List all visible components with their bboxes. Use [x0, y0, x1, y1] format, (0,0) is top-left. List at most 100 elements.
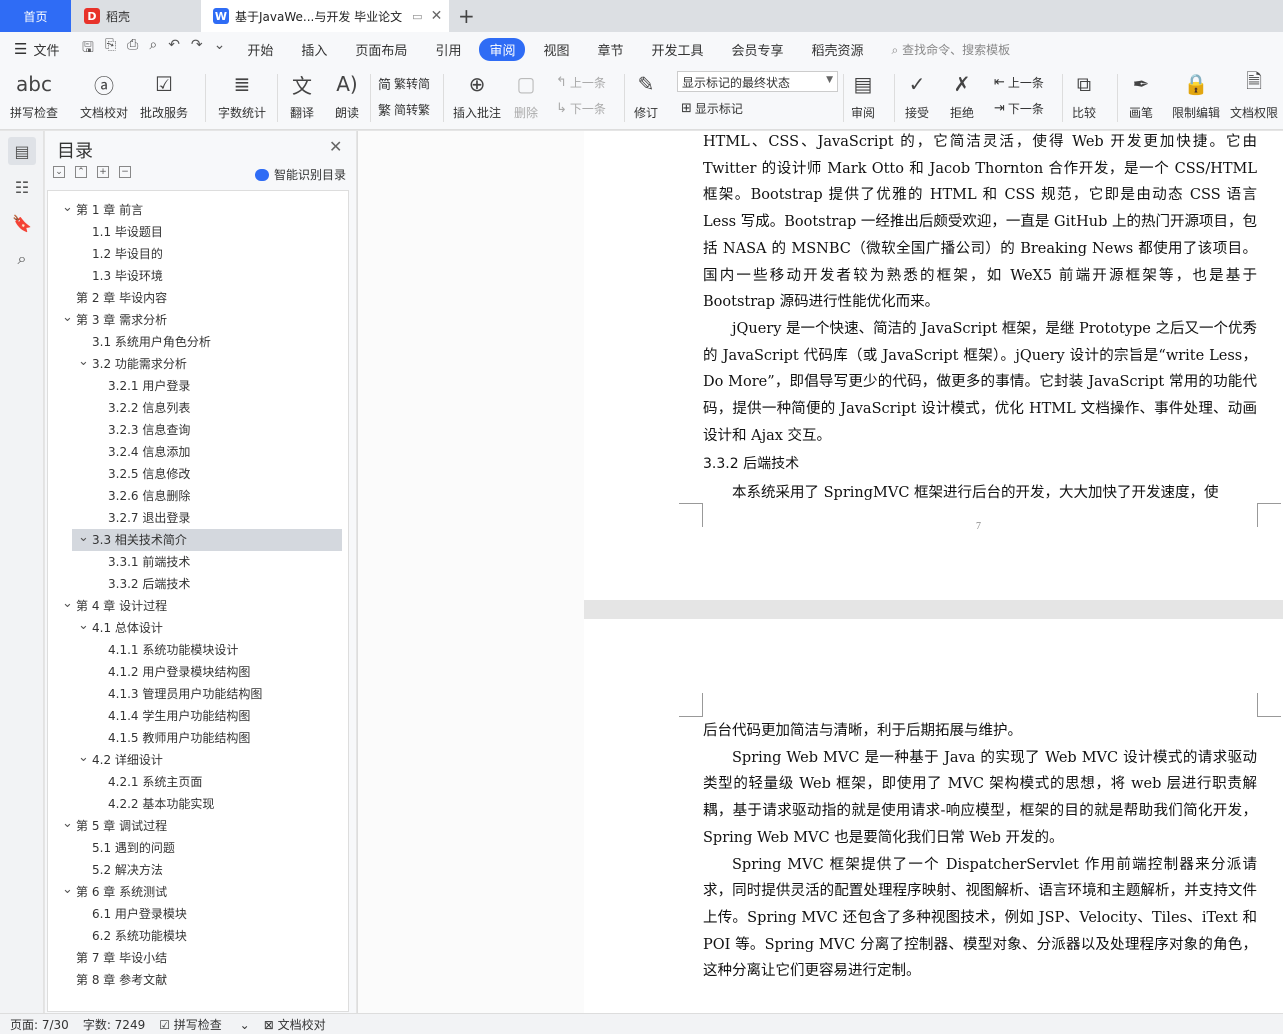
doc-permission-button[interactable]: 🗎 文档权限 — [1230, 69, 1278, 121]
toc-item[interactable]: 6.1 用户登录模块 — [48, 903, 348, 925]
search-icon[interactable]: ⌕ — [8, 245, 36, 273]
toc-view-icon[interactable]: ▤ — [8, 137, 36, 165]
toc-item[interactable]: 4.1.5 教师用户功能结构图 — [48, 727, 348, 749]
compare-button[interactable]: ⧉ 比较 — [1070, 70, 1098, 121]
menu-tab[interactable]: 章节 — [597, 40, 623, 59]
toc-item[interactable]: 3.2.6 信息删除 — [48, 485, 348, 507]
print-icon[interactable]: ⎙ — [127, 37, 138, 61]
toc-item[interactable]: 第 8 章 参考文献 — [48, 969, 348, 991]
toc-item[interactable]: ⌄ 3.2 功能需求分析 — [48, 353, 348, 375]
toc-item[interactable]: ⌄ 第 1 章 前言 — [48, 199, 348, 221]
chevron-down-icon[interactable]: ⌄ — [78, 615, 89, 637]
revise-button[interactable]: ✎ 修订 — [632, 70, 660, 121]
chevron-down-icon[interactable]: ⌄ — [62, 307, 73, 329]
trad-to-simp-button[interactable]: 简繁转简 — [378, 74, 430, 93]
word-count-button[interactable]: ≣ 字数统计 — [218, 70, 266, 121]
toc-item[interactable]: 3.1 系统用户角色分析 — [48, 331, 348, 353]
toc-item[interactable]: 第 7 章 毕设小结 — [48, 947, 348, 969]
toc-item[interactable]: 3.3.1 前端技术 — [48, 551, 348, 573]
toc-item[interactable]: 4.1.4 学生用户功能结构图 — [48, 705, 348, 727]
export-pdf-icon[interactable]: ⎘ — [105, 37, 116, 61]
toc-item[interactable]: 3.3.2 后端技术 — [48, 573, 348, 595]
save-icon[interactable]: 🖫 — [82, 37, 94, 61]
new-tab-icon[interactable]: + — [458, 4, 475, 28]
menu-tab[interactable]: 稻壳资源 — [812, 40, 864, 59]
chapter-nav-icon[interactable]: ☷ — [8, 173, 36, 201]
chevron-down-icon[interactable]: ⌄ — [62, 197, 73, 219]
menu-tab[interactable]: 会员专享 — [732, 40, 784, 59]
tab-close-icon[interactable]: ✕ — [431, 8, 443, 24]
simp-to-trad-button[interactable]: 繁简转繁 — [378, 100, 430, 119]
annotate-service-button[interactable]: ☑ 批改服务 — [140, 70, 188, 121]
toc-item[interactable]: 1.3 毕设环境 — [48, 265, 348, 287]
toc-item[interactable]: 5.2 解决方法 — [48, 859, 348, 881]
translate-button[interactable]: 文翻译 — [288, 70, 316, 121]
chevron-down-icon[interactable]: ⌄ — [62, 593, 73, 615]
toc-item[interactable]: 3.2.1 用户登录 — [48, 375, 348, 397]
undo-icon[interactable]: ↶ — [168, 37, 180, 61]
redo-icon[interactable]: ↷ — [191, 37, 203, 61]
toc-item[interactable]: 3.2.3 信息查询 — [48, 419, 348, 441]
prev-change-button[interactable]: ⇤ 上一条 — [994, 74, 1044, 91]
print-preview-icon[interactable]: ⌕ — [149, 37, 157, 61]
toc-item[interactable]: 4.1.3 管理员用户功能结构图 — [48, 683, 348, 705]
tab-document[interactable]: W 基于JavaWe...与开发 毕业论文 ▭ ✕ — [201, 0, 449, 32]
toc-item[interactable]: 1.2 毕设目的 — [48, 243, 348, 265]
status-doc-proof[interactable]: ⊠ 文档校对 — [264, 1016, 340, 1033]
menu-tab[interactable]: 引用 — [435, 40, 461, 59]
toc-item[interactable]: ⌄ 第 5 章 调试过程 — [48, 815, 348, 837]
word-count-indicator[interactable]: 字数: 7249 — [83, 1016, 145, 1033]
command-search[interactable]: ⌕ 查找命令、搜索模板 — [892, 41, 1011, 58]
toc-item[interactable]: 3.2.2 信息列表 — [48, 397, 348, 419]
menu-tab[interactable]: 审阅 — [479, 37, 526, 61]
file-menu[interactable]: ☰ 文件 — [0, 40, 74, 59]
customize-dropdown-icon[interactable]: ⌄ — [214, 37, 226, 61]
reject-button[interactable]: ✗ 拒绝 — [948, 70, 976, 121]
doc-proof-button[interactable]: ⓐ 文档校对 — [80, 70, 128, 121]
toc-item[interactable]: ⌄ 4.1 总体设计 — [48, 617, 348, 639]
toc-item[interactable]: 4.2.2 基本功能实现 — [48, 793, 348, 815]
toc-item[interactable]: 4.1.1 系统功能模块设计 — [48, 639, 348, 661]
expand-all-icon[interactable]: ⌃ — [75, 166, 87, 178]
menu-tab[interactable]: 插入 — [301, 40, 327, 59]
toc-item[interactable]: 5.1 遇到的问题 — [48, 837, 348, 859]
restrict-edit-button[interactable]: 🔒 限制编辑 — [1172, 70, 1220, 121]
bookmark-icon[interactable]: 🔖 — [8, 209, 36, 237]
page-indicator[interactable]: 页面: 7/30 — [10, 1016, 69, 1033]
show-markup-button[interactable]: ⊞ 显示标记 — [681, 100, 743, 117]
accept-button[interactable]: ✓ 接受 — [903, 70, 931, 121]
toc-item[interactable]: 3.2.4 信息添加 — [48, 441, 348, 463]
collapse-all-icon[interactable]: ⌄ — [53, 166, 65, 178]
next-comment-button[interactable]: ↳ 下一条 — [556, 100, 606, 117]
toc-item[interactable]: 6.2 系统功能模块 — [48, 925, 348, 947]
toc-item[interactable]: 4.1.2 用户登录模块结构图 — [48, 661, 348, 683]
toc-item[interactable]: 第 2 章 毕设内容 — [48, 287, 348, 309]
toc-item[interactable]: ⌄ 3.3 相关技术简介 — [72, 529, 342, 551]
chevron-down-icon[interactable]: ⌄ — [62, 879, 73, 901]
toc-item[interactable]: ⌄ 4.2 详细设计 — [48, 749, 348, 771]
toc-item[interactable]: ⌄ 第 4 章 设计过程 — [48, 595, 348, 617]
toc-item[interactable]: 3.2.5 信息修改 — [48, 463, 348, 485]
chevron-down-icon[interactable]: ⌄ — [62, 813, 73, 835]
next-change-button[interactable]: ⇥ 下一条 — [994, 100, 1044, 117]
read-aloud-button[interactable]: A) 朗读 — [333, 70, 361, 121]
remove-heading-icon[interactable]: − — [119, 166, 131, 178]
spell-check-button[interactable]: abc 拼写检查 — [10, 70, 58, 121]
tab-daoke[interactable]: D 稻壳 — [72, 0, 200, 32]
toc-item[interactable]: 1.1 毕设题目 — [48, 221, 348, 243]
insert-comment-button[interactable]: ⊕ 插入批注 — [453, 70, 501, 121]
menu-tab[interactable]: 开始 — [247, 40, 273, 59]
add-heading-icon[interactable]: + — [97, 166, 109, 178]
status-spell-check[interactable]: ☑ 拼写检查 ⌄ — [159, 1016, 249, 1033]
smart-toc-button[interactable]: 智能识别目录 — [255, 166, 346, 183]
chevron-down-icon[interactable]: ⌄ — [78, 747, 89, 769]
toc-item[interactable]: 4.2.1 系统主页面 — [48, 771, 348, 793]
chevron-down-icon[interactable]: ⌄ — [78, 351, 89, 373]
close-icon[interactable]: ✕ — [329, 137, 342, 156]
toc-item[interactable]: 3.2.7 退出登录 — [48, 507, 348, 529]
tab-monitor-icon[interactable]: ▭ — [412, 10, 422, 23]
chevron-down-icon[interactable]: ⌄ — [78, 527, 89, 549]
prev-comment-button[interactable]: ↰ 上一条 — [556, 74, 606, 91]
menu-tab[interactable]: 页面布局 — [355, 40, 407, 59]
menu-tab[interactable]: 视图 — [543, 40, 569, 59]
